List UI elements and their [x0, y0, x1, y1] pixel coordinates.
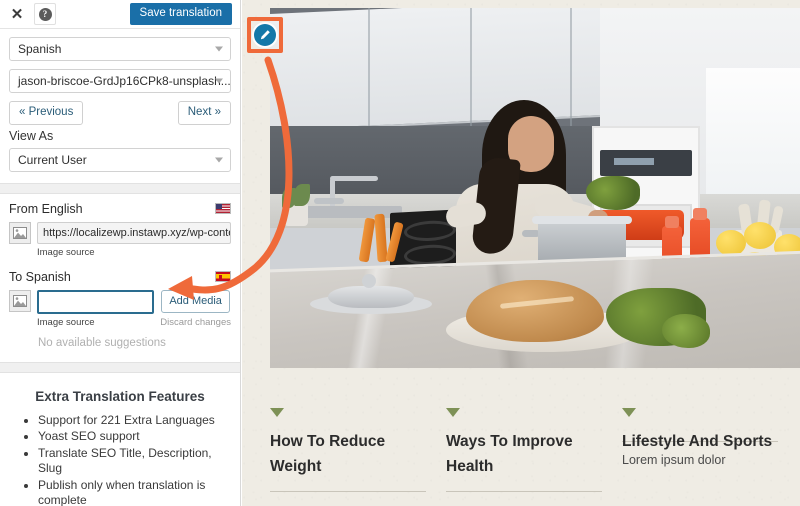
language-select[interactable]: Spanish [9, 37, 231, 61]
close-icon[interactable]: ✕ [6, 3, 28, 25]
article-card[interactable]: Lifestyle And Sports Lorem ipsum dolor [622, 408, 798, 503]
pagination-row: « Previous Next » [9, 101, 231, 125]
app-root: ✕ ? Save translation Spanish jason-brisc… [0, 0, 800, 506]
target-actions: Add Media Discard changes [160, 289, 231, 328]
source-input-wrap: https://localizewp.instawp.xyz/wp-conten… [37, 221, 231, 258]
item-select[interactable]: jason-briscoe-GrdJp16CPk8-unsplash... [9, 69, 231, 93]
source-language-section: From English https://localizewp.instawp.… [0, 193, 240, 260]
card-title: Lifestyle And Sports [622, 433, 773, 450]
translation-sidebar: ✕ ? Save translation Spanish jason-brisc… [0, 0, 241, 506]
article-card-row: How To Reduce Weight Ways To Improve Hea… [270, 408, 800, 503]
article-card[interactable]: How To Reduce Weight [270, 408, 446, 503]
target-sub-label: Image source [37, 316, 95, 328]
bread-loaf [466, 280, 604, 342]
lid-knob [362, 274, 376, 288]
faucet-handle [314, 198, 344, 204]
source-input-row: https://localizewp.instawp.xyz/wp-conten… [9, 221, 231, 258]
help-glyph: ? [38, 7, 52, 21]
lemon [744, 222, 776, 249]
target-title: To Spanish [9, 269, 71, 284]
source-url-input[interactable]: https://localizewp.instawp.xyz/wp-conten… [37, 221, 231, 244]
faucet-arm [330, 176, 378, 181]
section-divider [0, 182, 240, 194]
chevron-down-icon [215, 46, 223, 52]
plant-leaf [294, 184, 310, 206]
oven-controls [614, 158, 654, 165]
target-header: To Spanish [9, 270, 231, 284]
held-greens [586, 176, 640, 210]
extra-features-panel: Extra Translation Features Support for 2… [0, 373, 240, 506]
list-item: Support for 221 Extra Languages [38, 413, 228, 429]
list-item: Yoast SEO support [38, 429, 228, 445]
card-divider [446, 491, 602, 492]
page-preview: How To Reduce Weight Ways To Improve Hea… [242, 0, 800, 506]
pepper-mill-top [665, 216, 679, 228]
view-as-label: View As [9, 128, 54, 143]
cabinet-seam [570, 8, 572, 138]
view-as-select-value: Current User [18, 152, 87, 167]
us-flag-icon [215, 203, 231, 214]
parsley-sprig [662, 314, 710, 348]
item-select-value: jason-briscoe-GrdJp16CPk8-unsplash... [18, 74, 231, 88]
next-button[interactable]: Next » [177, 101, 231, 125]
section-divider [0, 361, 240, 373]
source-header: From English [9, 202, 231, 216]
chevron-down-icon [215, 157, 223, 162]
features-list: Support for 221 Extra Languages Yoast SE… [12, 413, 228, 506]
card-title: How To Reduce Weight [270, 433, 386, 475]
spain-flag-icon [215, 271, 231, 282]
pot-lid [328, 286, 414, 308]
add-media-button[interactable]: Add Media [161, 289, 230, 313]
triangle-marker-icon [622, 408, 636, 417]
source-sub-label: Image source [37, 246, 95, 258]
hero-image[interactable] [270, 8, 800, 368]
list-item: Publish only when translation is complet… [38, 478, 228, 506]
language-select-value: Spanish [18, 42, 62, 56]
chevron-down-icon [215, 78, 223, 84]
source-title: From English [9, 201, 83, 216]
features-heading: Extra Translation Features [35, 388, 205, 404]
target-url-input[interactable] [37, 289, 155, 314]
sidebar-toolbar: ✕ ? Save translation [0, 0, 240, 29]
sidebar-nav-section: Spanish jason-briscoe-GrdJp16CPk8-unspla… [0, 29, 240, 183]
card-title: Ways To Improve Health [446, 433, 573, 475]
view-as-select[interactable]: Current User [9, 147, 231, 172]
previous-button[interactable]: « Previous [9, 101, 84, 125]
sink [306, 206, 402, 218]
card-body: Lorem ipsum dolor [622, 453, 726, 467]
triangle-marker-icon [270, 408, 284, 417]
salt-mill-top [693, 208, 707, 220]
target-language-section: To Spanish Image source Add Media Discar… [0, 259, 240, 358]
help-icon[interactable]: ? [34, 3, 56, 25]
triangle-marker-icon [446, 408, 460, 417]
save-translation-button[interactable]: Save translation [129, 2, 232, 26]
list-item: Translate SEO Title, Description, Slug [38, 446, 228, 477]
pot-rim [532, 216, 632, 224]
image-thumbnail-icon [9, 289, 31, 312]
card-divider [270, 491, 426, 492]
article-card[interactable]: Ways To Improve Health [446, 408, 622, 503]
image-thumbnail-icon [9, 221, 31, 244]
pencil-icon[interactable] [254, 24, 276, 46]
discard-changes-link[interactable]: Discard changes [160, 317, 231, 328]
cabinet-seam [470, 8, 472, 138]
target-input-row: Image source Add Media Discard changes [9, 289, 231, 328]
cabinet-seam [368, 8, 370, 138]
no-suggestions-text: No available suggestions [38, 336, 166, 349]
target-input-wrap: Image source [37, 289, 155, 328]
